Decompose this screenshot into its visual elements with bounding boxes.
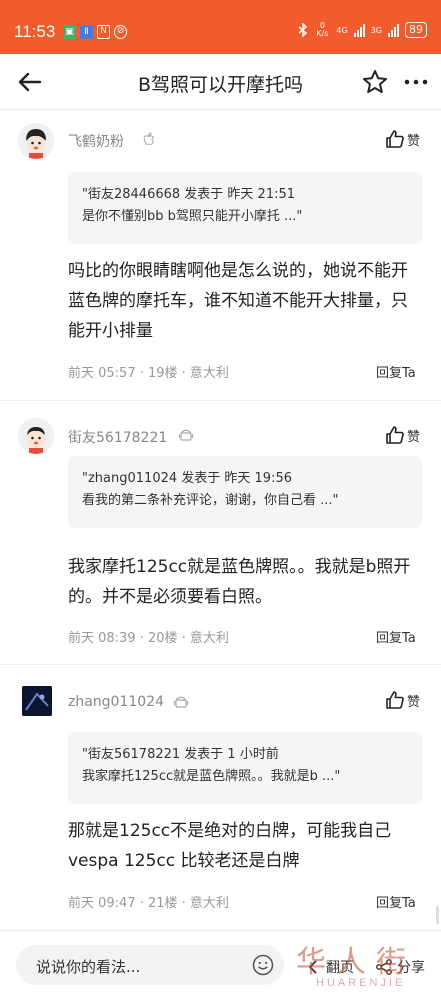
username[interactable]: 飞鹤奶粉: [68, 131, 124, 151]
quote-text: 我家摩托125cc就是蓝色牌照。。我就是b ...": [82, 769, 341, 784]
like-button[interactable]: 赞: [385, 690, 420, 710]
like-label: 赞: [407, 133, 421, 149]
status-bar: 11:53 ▣ Ⅱ N ⊘ 0 K/s 4G 3G 89: [0, 0, 441, 54]
watermark-cn: 华人街: [296, 945, 416, 980]
comment-meta: 前天 05:57 · 19楼 · 意大利: [68, 366, 229, 381]
avatar[interactable]: [18, 418, 54, 454]
comment-input[interactable]: 说说你的看法...: [16, 945, 284, 985]
divider: [0, 664, 441, 665]
scrollbar[interactable]: [436, 906, 439, 924]
comment-body: 那就是125cc不是绝对的白牌，可能我自己vespa 125cc 比较老还是白牌: [68, 821, 392, 871]
thumbs-up-icon: [386, 130, 404, 148]
net-type-1: 4G: [336, 25, 348, 35]
thumbs-up-icon: [386, 691, 404, 709]
like-button[interactable]: 赞: [385, 129, 420, 149]
notification-icons: ▣ Ⅱ N ⊘: [63, 25, 127, 39]
notification-app-icon: ▣: [63, 25, 76, 39]
like-label: 赞: [407, 429, 421, 445]
quote-header: "街友28446668 发表于 昨天 21:51: [82, 187, 296, 202]
net-speed: 0 K/s: [316, 21, 329, 38]
bluetooth-icon: [298, 23, 308, 37]
site-watermark-logo: 华人街 HUARENJIE: [290, 935, 440, 995]
quote-text: 是你不懂别bb b驾照只能开小摩托 ...": [82, 209, 303, 224]
notification-app-icon: Ⅱ: [80, 25, 93, 39]
thumbs-up-icon: [386, 426, 404, 444]
like-button[interactable]: 赞: [385, 425, 420, 445]
status-right: 0 K/s 4G 3G 89: [298, 22, 427, 38]
emoji-icon[interactable]: [252, 954, 274, 976]
do-not-disturb-icon: ⊘: [114, 25, 127, 39]
reply-button[interactable]: 回复Ta: [376, 627, 416, 646]
quote-header: "街友56178221 发表于 1 小时前: [82, 747, 279, 762]
comment-meta: 前天 09:47 · 21楼 · 意大利: [68, 896, 229, 911]
quote-header: "zhang011024 发表于 昨天 19:56: [82, 471, 292, 486]
nfc-icon: N: [97, 25, 110, 39]
quoted-reply[interactable]: "街友56178221 发表于 1 小时前 我家摩托125cc就是蓝色牌照。。我…: [68, 732, 422, 804]
avatar[interactable]: [22, 686, 52, 716]
signal-icon: [388, 23, 399, 37]
comment-input-placeholder: 说说你的看法...: [36, 958, 141, 976]
android-icon: [178, 429, 194, 441]
quoted-reply[interactable]: "街友28446668 发表于 昨天 21:51 是你不懂别bb b驾照只能开小…: [68, 172, 422, 244]
signal-icon: [353, 23, 365, 37]
favorite-star-icon[interactable]: [361, 68, 389, 96]
comment-meta: 前天 08:39 · 20楼 · 意大利: [68, 631, 229, 646]
reply-button[interactable]: 回复Ta: [376, 892, 416, 911]
nav-bar: B驾照可以开摩托吗: [0, 54, 441, 110]
watermark-en: HUARENJIE: [316, 977, 406, 989]
avatar-image-icon: [22, 686, 52, 716]
battery-indicator: 89: [405, 22, 427, 38]
comment-body: 我家摩托125cc就是蓝色牌照。。我就是b照开的。并不是必须要看白照。: [68, 557, 411, 607]
apple-icon: [143, 132, 155, 146]
quoted-reply[interactable]: "zhang011024 发表于 昨天 19:56 看我的第二条补充评论，谢谢，…: [68, 456, 422, 528]
android-icon: [173, 696, 189, 708]
quote-text: 看我的第二条补充评论，谢谢，你自己看 ...": [82, 493, 339, 508]
divider: [0, 400, 441, 401]
avatar-cartoon-icon: [18, 418, 54, 454]
avatar[interactable]: [18, 123, 54, 159]
net-type-2: 3G: [370, 25, 382, 35]
reply-button[interactable]: 回复Ta: [376, 362, 416, 381]
status-time: 11:53: [14, 22, 56, 41]
username[interactable]: zhang011024: [68, 694, 164, 710]
comment-body: 吗比的你眼睛瞎啊他是怎么说的，她说不能开蓝色牌的摩托车，谁不知道不能开大排量，只…: [68, 261, 408, 341]
more-options-icon[interactable]: [402, 68, 430, 96]
like-label: 赞: [407, 694, 421, 710]
avatar-cartoon-icon: [18, 123, 54, 159]
username[interactable]: 街友56178221: [68, 427, 167, 447]
